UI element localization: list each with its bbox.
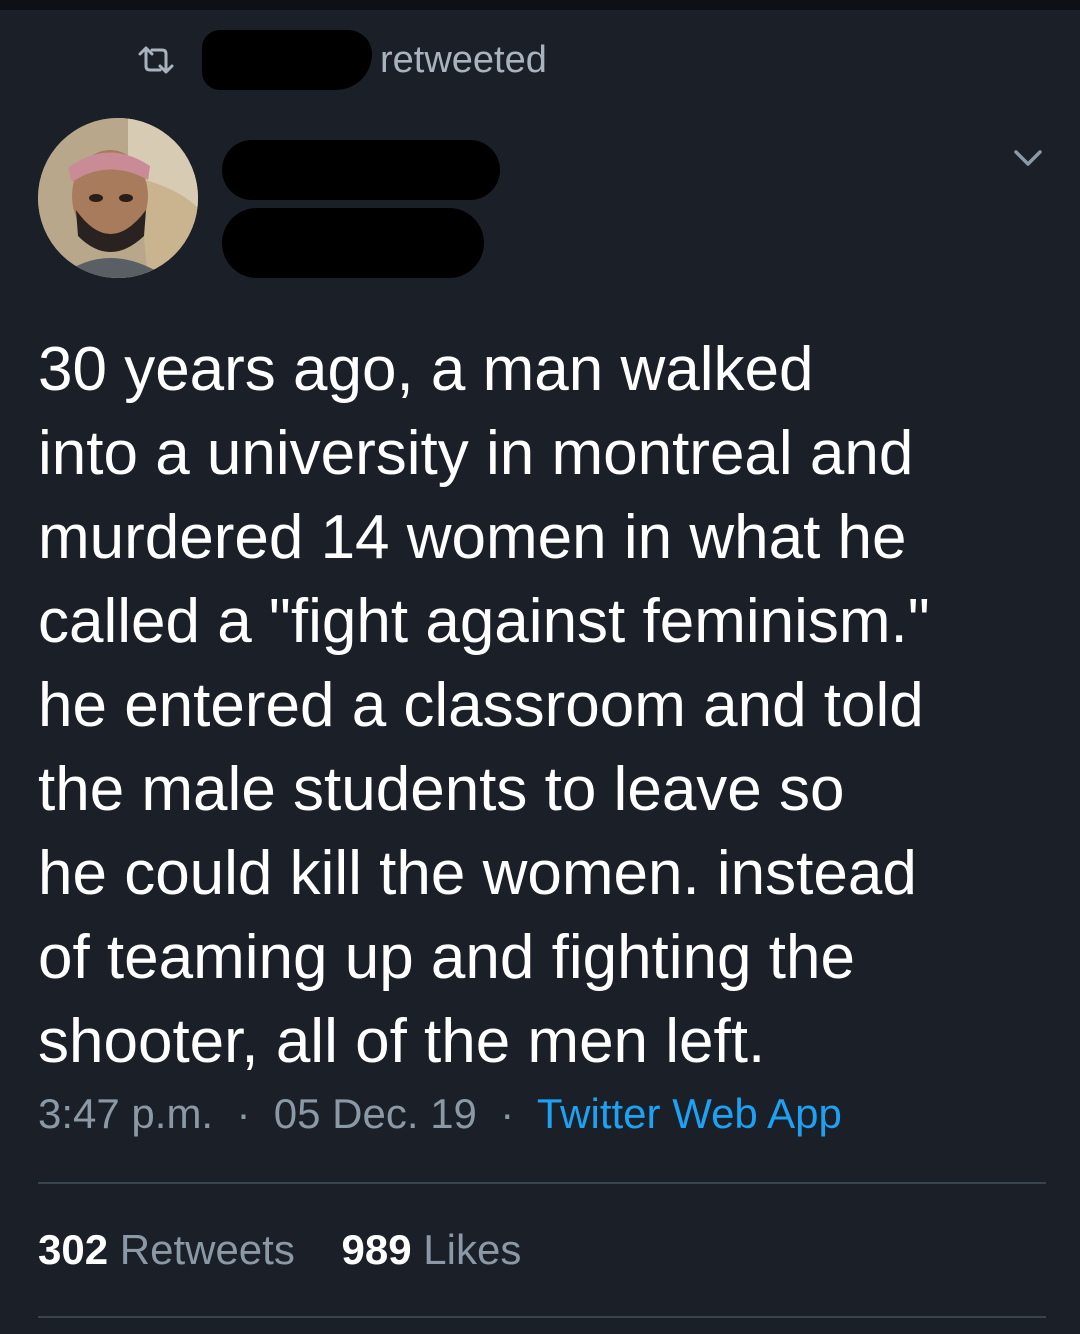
tweet-time: 3:47 p.m. bbox=[38, 1090, 214, 1137]
divider bbox=[38, 1316, 1046, 1318]
redacted-display-name bbox=[222, 140, 500, 200]
retweets-stat[interactable]: 302 Retweets bbox=[38, 1226, 295, 1273]
retweet-header: retweeted bbox=[130, 30, 547, 90]
tweet-stats: 302 Retweets 989 Likes bbox=[38, 1226, 521, 1274]
redacted-handle bbox=[222, 208, 484, 278]
tweet-source-link[interactable]: Twitter Web App bbox=[537, 1090, 842, 1137]
retweet-icon bbox=[130, 40, 182, 80]
likes-count: 989 bbox=[341, 1226, 412, 1273]
divider bbox=[38, 1182, 1046, 1184]
top-strip bbox=[0, 0, 1080, 10]
retweeted-label: retweeted bbox=[380, 38, 547, 81]
chevron-down-icon[interactable] bbox=[1008, 142, 1048, 176]
meta-separator: · bbox=[224, 1090, 263, 1137]
tweet-meta: 3:47 p.m. · 05 Dec. 19 · Twitter Web App bbox=[38, 1090, 842, 1138]
retweets-label: Retweets bbox=[119, 1226, 295, 1273]
meta-separator: · bbox=[488, 1090, 526, 1137]
likes-stat[interactable]: 989 Likes bbox=[342, 1226, 522, 1273]
tweet-date: 05 Dec. 19 bbox=[273, 1090, 477, 1137]
avatar[interactable] bbox=[38, 118, 198, 278]
retweets-count: 302 bbox=[38, 1226, 109, 1273]
tweet-text: 30 years ago, a man walked into a univer… bbox=[38, 335, 930, 1076]
likes-label: Likes bbox=[423, 1226, 522, 1273]
redacted-retweeter-name bbox=[202, 30, 372, 90]
